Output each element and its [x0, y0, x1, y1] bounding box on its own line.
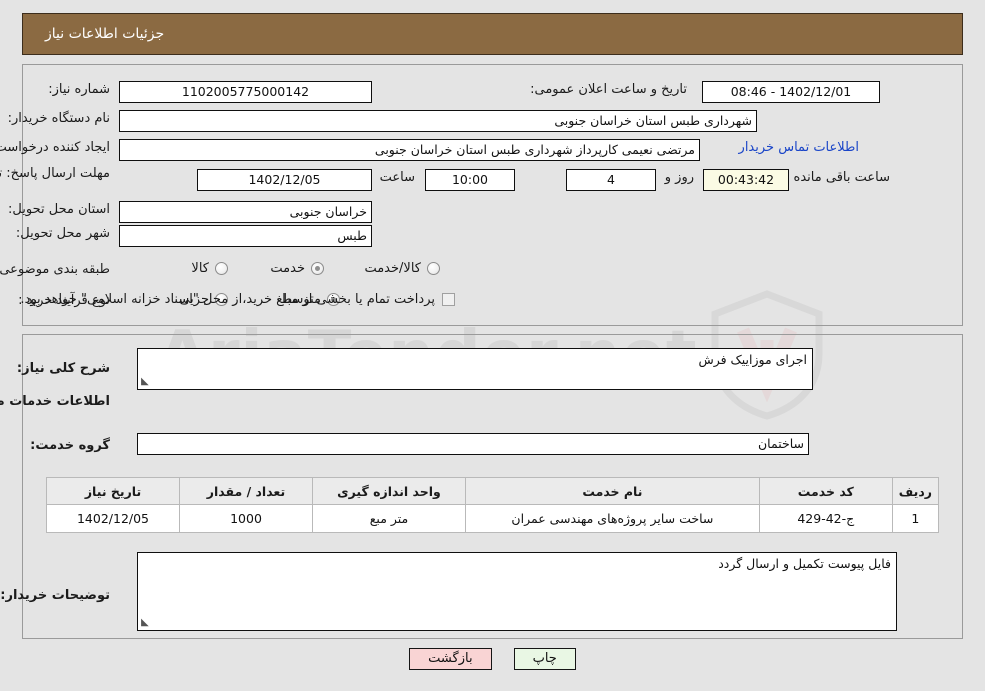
cell-code: ج-42-429	[758, 504, 893, 533]
back-button[interactable]: بازگشت	[409, 648, 492, 670]
category-label-row: طبقه بندی موضوعی:	[0, 262, 110, 277]
service-group-value: ساختمان	[137, 433, 809, 455]
service-group-label: گروه خدمت:	[30, 438, 110, 453]
hour-label-row: ساعت	[380, 170, 415, 185]
treasury-bond-checkbox[interactable]	[442, 293, 455, 306]
need-number-label: شماره نیاز:	[48, 82, 110, 97]
radio-khedmat[interactable]	[311, 262, 324, 275]
countdown-label: ساعت باقی مانده	[793, 170, 890, 185]
buyer-org-value: شهرداری طبس استان خراسان جنوبی	[119, 110, 757, 132]
category-option-1[interactable]: خدمت	[270, 261, 324, 276]
delivery-province-label: استان محل تحویل:	[8, 202, 110, 217]
summary-textarea[interactable]: اجرای موزاییک فرش ◢	[137, 348, 813, 390]
delivery-city-label: شهر محل تحویل:	[15, 226, 110, 241]
table-header-row: ردیف کد خدمت نام خدمت واحد اندازه گیری ت…	[46, 477, 940, 505]
city-row: شهر محل تحویل:	[16, 226, 110, 241]
delivery-province-value: خراسان جنوبی	[119, 201, 372, 223]
services-table-wrapper: ردیف کد خدمت نام خدمت واحد اندازه گیری ت…	[46, 477, 940, 533]
th-date: تاریخ نیاز	[46, 477, 180, 505]
remaining-days-label: روز و	[664, 170, 694, 185]
cell-date: 1402/12/05	[46, 504, 180, 533]
buyer-notes-textarea[interactable]: فایل پیوست تکمیل و ارسال گردد ◢	[137, 552, 897, 631]
need-number-row: شماره نیاز:	[48, 82, 110, 97]
announce-datetime-label: تاریخ و ساعت اعلان عمومی:	[530, 82, 687, 97]
action-buttons: بازگشت چاپ	[0, 648, 985, 670]
deadline-hour-value: 10:00	[425, 169, 515, 191]
page-root: AriaTender.net جزئیات اطلاعات نیاز شماره…	[0, 0, 985, 691]
th-code: کد خدمت	[758, 477, 893, 505]
cell-qty: 1000	[179, 504, 313, 533]
deadline-label: مهلت ارسال پاسخ: تا تاریخ:	[0, 166, 110, 181]
need-summary-panel	[22, 64, 963, 326]
category-option-0-label: کالا	[191, 261, 209, 276]
creator-label: ایجاد کننده درخواست:	[0, 140, 110, 155]
services-heading: اطلاعات خدمات مورد نیاز	[0, 394, 110, 409]
cell-unit: متر مبع	[312, 504, 466, 533]
cell-name: ساخت سایر پروژه‌های مهندسی عمران	[465, 504, 760, 533]
services-table: ردیف کد خدمت نام خدمت واحد اندازه گیری ت…	[46, 477, 940, 533]
category-option-2-label: کالا/خدمت	[364, 261, 421, 276]
creator-row: ایجاد کننده درخواست:	[0, 140, 110, 155]
province-row: استان محل تحویل:	[8, 202, 110, 217]
summary-label-row: شرح کلی نیاز:	[17, 361, 110, 376]
buyer-org-row: نام دستگاه خریدار:	[8, 111, 110, 126]
th-radif: ردیف	[891, 477, 940, 505]
category-option-0[interactable]: کالا	[191, 261, 228, 276]
deadline-hour-label: ساعت	[379, 170, 415, 185]
print-button[interactable]: چاپ	[513, 648, 576, 670]
buyer-notes-value: فایل پیوست تکمیل و ارسال گردد	[718, 556, 891, 571]
category-option-1-label: خدمت	[270, 261, 305, 276]
need-number-value: 1102005775000142	[119, 81, 372, 103]
services-heading-row: اطلاعات خدمات مورد نیاز	[0, 394, 110, 409]
page-header: جزئیات اطلاعات نیاز	[22, 13, 963, 55]
service-group-row: گروه خدمت:	[30, 438, 110, 453]
deadline-date-value: 1402/12/05	[197, 169, 372, 191]
th-qty: تعداد / مقدار	[179, 477, 313, 505]
buyer-contact-link[interactable]: اطلاعات تماس خریدار	[739, 140, 859, 155]
buyer-org-label: نام دستگاه خریدار:	[7, 111, 110, 126]
summary-label: شرح کلی نیاز:	[16, 361, 110, 376]
th-name: نام خدمت	[465, 477, 760, 505]
table-row: 1 ج-42-429 ساخت سایر پروژه‌های مهندسی عم…	[46, 504, 940, 533]
deadline-label-row: مهلت ارسال پاسخ: تا تاریخ:	[0, 164, 110, 182]
remaining-days-value: 4	[566, 169, 656, 191]
th-unit: واحد اندازه گیری	[312, 477, 466, 505]
treasury-note-row[interactable]: پرداخت تمام یا بخشی از مبلغ خرید،از محل …	[20, 292, 455, 307]
radio-kala-khedmat[interactable]	[427, 262, 440, 275]
days-label-row: روز و	[665, 170, 694, 185]
buyer-notes-label-row: توضیحات خریدار:	[0, 588, 110, 603]
category-option-2[interactable]: کالا/خدمت	[364, 261, 440, 276]
creator-value: مرتضی نعیمی کارپرداز شهرداری طبس استان خ…	[119, 139, 700, 161]
treasury-note-text: پرداخت تمام یا بخشی از مبلغ خرید،از محل …	[20, 292, 435, 307]
resize-grip-icon-2[interactable]: ◢	[141, 617, 151, 628]
contact-link-row[interactable]: اطلاعات تماس خریدار	[739, 140, 859, 155]
countdown-label-row: ساعت باقی مانده	[794, 170, 890, 185]
cell-radif: 1	[891, 504, 940, 533]
resize-grip-icon[interactable]: ◢	[141, 376, 151, 387]
category-label: طبقه بندی موضوعی:	[0, 262, 110, 277]
page-title: جزئیات اطلاعات نیاز	[45, 26, 165, 42]
announce-datetime-value: 1402/12/01 - 08:46	[702, 81, 880, 103]
buyer-notes-label: توضیحات خریدار:	[0, 588, 110, 603]
delivery-city-value: طبس	[119, 225, 372, 247]
summary-value: اجرای موزاییک فرش	[698, 352, 807, 367]
countdown-value: 00:43:42	[703, 169, 789, 191]
radio-kala[interactable]	[215, 262, 228, 275]
announce-label-row: تاریخ و ساعت اعلان عمومی:	[530, 82, 687, 97]
